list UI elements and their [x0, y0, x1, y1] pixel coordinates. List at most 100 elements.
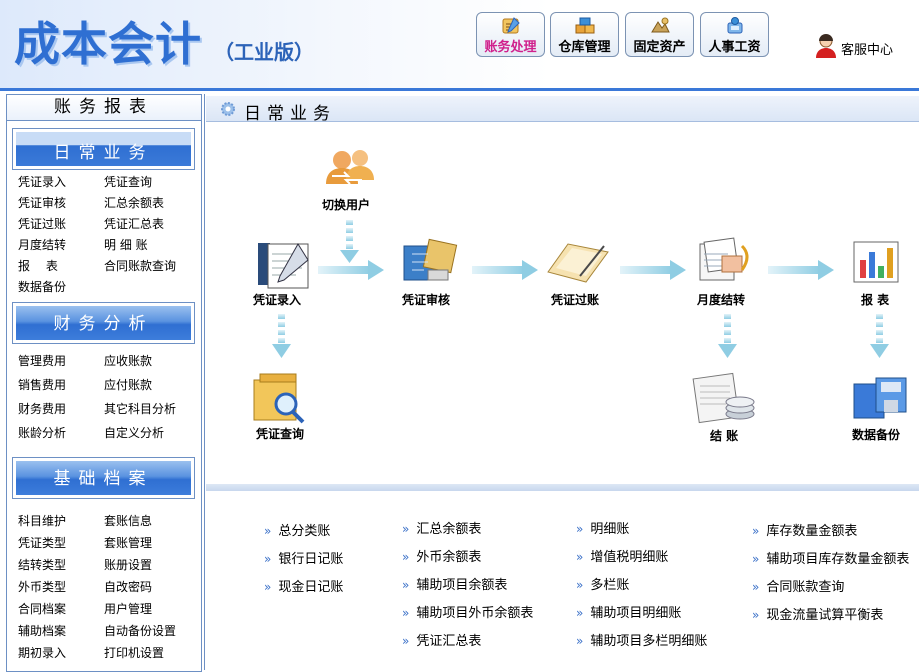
report-link[interactable]: » 汇总余额表 [402, 518, 481, 537]
sidebar-item[interactable]: 凭证审核 [18, 194, 66, 211]
report-link-label: 增值税明细账 [590, 550, 669, 565]
bullet-icon: » [752, 552, 760, 566]
sidebar-item[interactable]: 明 细 账 [104, 236, 148, 253]
report-link[interactable]: » 增值税明细账 [576, 546, 668, 565]
nav-button-label: 人事工资 [708, 40, 761, 55]
sidebar-item[interactable]: 账龄分析 [18, 424, 66, 441]
sidebar-section-daily[interactable]: 日常业务 [12, 128, 195, 170]
report-link-label: 多栏账 [590, 578, 630, 593]
sidebar-item[interactable]: 辅助档案 [18, 622, 66, 639]
report-link-label: 汇总余额表 [416, 522, 482, 537]
sidebar-section-title: 财务分析 [16, 306, 191, 340]
sidebar-item[interactable]: 打印机设置 [104, 644, 164, 661]
voucher-entry-icon[interactable] [258, 243, 309, 289]
report-link[interactable]: » 现金流量试算平衡表 [752, 604, 883, 623]
sidebar-title: 账务报表 [7, 95, 201, 121]
sidebar-item[interactable]: 科目维护 [18, 512, 66, 529]
sidebar-item[interactable]: 管理费用 [18, 352, 66, 369]
nav-button-fixed-assets[interactable]: 固定资产 [625, 12, 694, 57]
switch-user-icon[interactable] [326, 150, 374, 185]
sidebar-item[interactable]: 期初录入 [18, 644, 66, 661]
flow-label-voucher-query[interactable]: 凭证查询 [256, 425, 304, 442]
sidebar-item[interactable]: 其它科目分析 [104, 400, 176, 417]
sidebar-item[interactable]: 凭证过账 [18, 215, 66, 232]
sidebar-item[interactable]: 自改密码 [104, 578, 152, 595]
flow-label-voucher-entry[interactable]: 凭证录入 [253, 291, 301, 308]
sidebar-item[interactable]: 外币类型 [18, 578, 66, 595]
sidebar: 账务报表 日常业务 凭证录入 凭证查询 凭证审核 汇总余额表 凭证过账 凭证汇总… [6, 94, 202, 672]
sidebar-item[interactable]: 应收账款 [104, 352, 152, 369]
report-link[interactable]: » 库存数量金额表 [752, 520, 857, 539]
sidebar-section-title: 日常业务 [16, 132, 191, 166]
sidebar-item[interactable]: 数据备份 [18, 278, 66, 295]
main-left-border [204, 94, 205, 670]
bullet-icon: » [402, 550, 410, 564]
sidebar-section-title: 基础档案 [16, 461, 191, 495]
report-link[interactable]: » 明细账 [576, 518, 629, 537]
report-link[interactable]: » 辅助项目库存数量金额表 [752, 548, 909, 567]
sidebar-item[interactable]: 凭证录入 [18, 173, 66, 190]
flow-label-data-backup[interactable]: 数据备份 [852, 426, 900, 443]
sidebar-item[interactable]: 凭证汇总表 [104, 215, 164, 232]
sidebar-section-analysis[interactable]: 财务分析 [12, 302, 195, 344]
sidebar-item[interactable]: 报 表 [18, 257, 58, 274]
bullet-icon: » [752, 608, 760, 622]
flow-arrow [318, 260, 384, 280]
sidebar-item[interactable]: 自定义分析 [104, 424, 164, 441]
sidebar-section-archives[interactable]: 基础档案 [12, 457, 195, 499]
bullet-icon: » [264, 552, 272, 566]
report-link[interactable]: » 外币余额表 [402, 546, 481, 565]
report-link[interactable]: » 总分类账 [264, 520, 330, 539]
main-panel-header: 日常业务 [206, 96, 919, 124]
report-link[interactable]: » 现金日记账 [264, 576, 343, 595]
flow-label-close-account[interactable]: 结 账 [710, 427, 738, 444]
report-link[interactable]: » 辅助项目外币余额表 [402, 602, 533, 621]
sidebar-item[interactable]: 套账信息 [104, 512, 152, 529]
bullet-icon: » [402, 634, 410, 648]
month-end-transfer-icon[interactable] [699, 237, 749, 281]
sidebar-item[interactable]: 结转类型 [18, 556, 66, 573]
report-link-label: 库存数量金额表 [766, 524, 858, 539]
flow-label-voucher-posting[interactable]: 凭证过账 [551, 291, 599, 308]
nav-button-hr-payroll[interactable]: 人事工资 [700, 12, 769, 57]
report-link-label: 外币余额表 [416, 550, 482, 565]
report-chart-icon[interactable] [853, 241, 899, 283]
sidebar-item[interactable]: 凭证类型 [18, 534, 66, 551]
sidebar-item[interactable]: 合同档案 [18, 600, 66, 617]
data-backup-icon[interactable] [853, 377, 907, 419]
voucher-query-icon[interactable] [253, 373, 305, 424]
sidebar-item[interactable]: 套账管理 [104, 534, 152, 551]
report-link-label: 银行日记账 [278, 552, 344, 567]
sidebar-item[interactable]: 自动备份设置 [104, 622, 176, 639]
report-link[interactable]: » 辅助项目明细账 [576, 602, 681, 621]
report-link-label: 凭证汇总表 [416, 634, 482, 649]
sidebar-item[interactable]: 销售费用 [18, 376, 66, 393]
sidebar-item[interactable]: 凭证查询 [104, 173, 152, 190]
nav-button-accounting[interactable]: 账务处理 [476, 12, 545, 57]
report-link-label: 辅助项目外币余额表 [416, 606, 534, 621]
nav-button-warehouse[interactable]: 仓库管理 [550, 12, 619, 57]
flow-label-month-end[interactable]: 月度结转 [697, 291, 745, 308]
sidebar-item[interactable]: 汇总余额表 [104, 194, 164, 211]
report-link[interactable]: » 合同账款查询 [752, 576, 844, 595]
voucher-review-icon[interactable] [403, 238, 458, 281]
report-link[interactable]: » 银行日记账 [264, 548, 343, 567]
report-link[interactable]: » 辅助项目多栏明细账 [576, 630, 707, 649]
report-link-label: 现金流量试算平衡表 [766, 608, 884, 623]
report-link[interactable]: » 辅助项目余额表 [402, 574, 507, 593]
sidebar-item[interactable]: 合同账款查询 [104, 257, 176, 274]
sidebar-item[interactable]: 应付账款 [104, 376, 152, 393]
sidebar-item[interactable]: 月度结转 [18, 236, 66, 253]
report-link[interactable]: » 凭证汇总表 [402, 630, 481, 649]
flow-label-report[interactable]: 报 表 [861, 291, 889, 308]
voucher-posting-icon[interactable] [547, 243, 609, 283]
close-account-icon[interactable] [692, 372, 755, 424]
flow-label-voucher-review[interactable]: 凭证审核 [402, 291, 450, 308]
customer-service-link[interactable]: 客服中心 [808, 30, 908, 60]
sidebar-item[interactable]: 账册设置 [104, 556, 152, 573]
report-link[interactable]: » 多栏账 [576, 574, 629, 593]
sidebar-item[interactable]: 财务费用 [18, 400, 66, 417]
flow-label-switch-user[interactable]: 切换用户 [322, 196, 370, 213]
flow-arrow [620, 260, 686, 280]
sidebar-item[interactable]: 用户管理 [104, 600, 152, 617]
